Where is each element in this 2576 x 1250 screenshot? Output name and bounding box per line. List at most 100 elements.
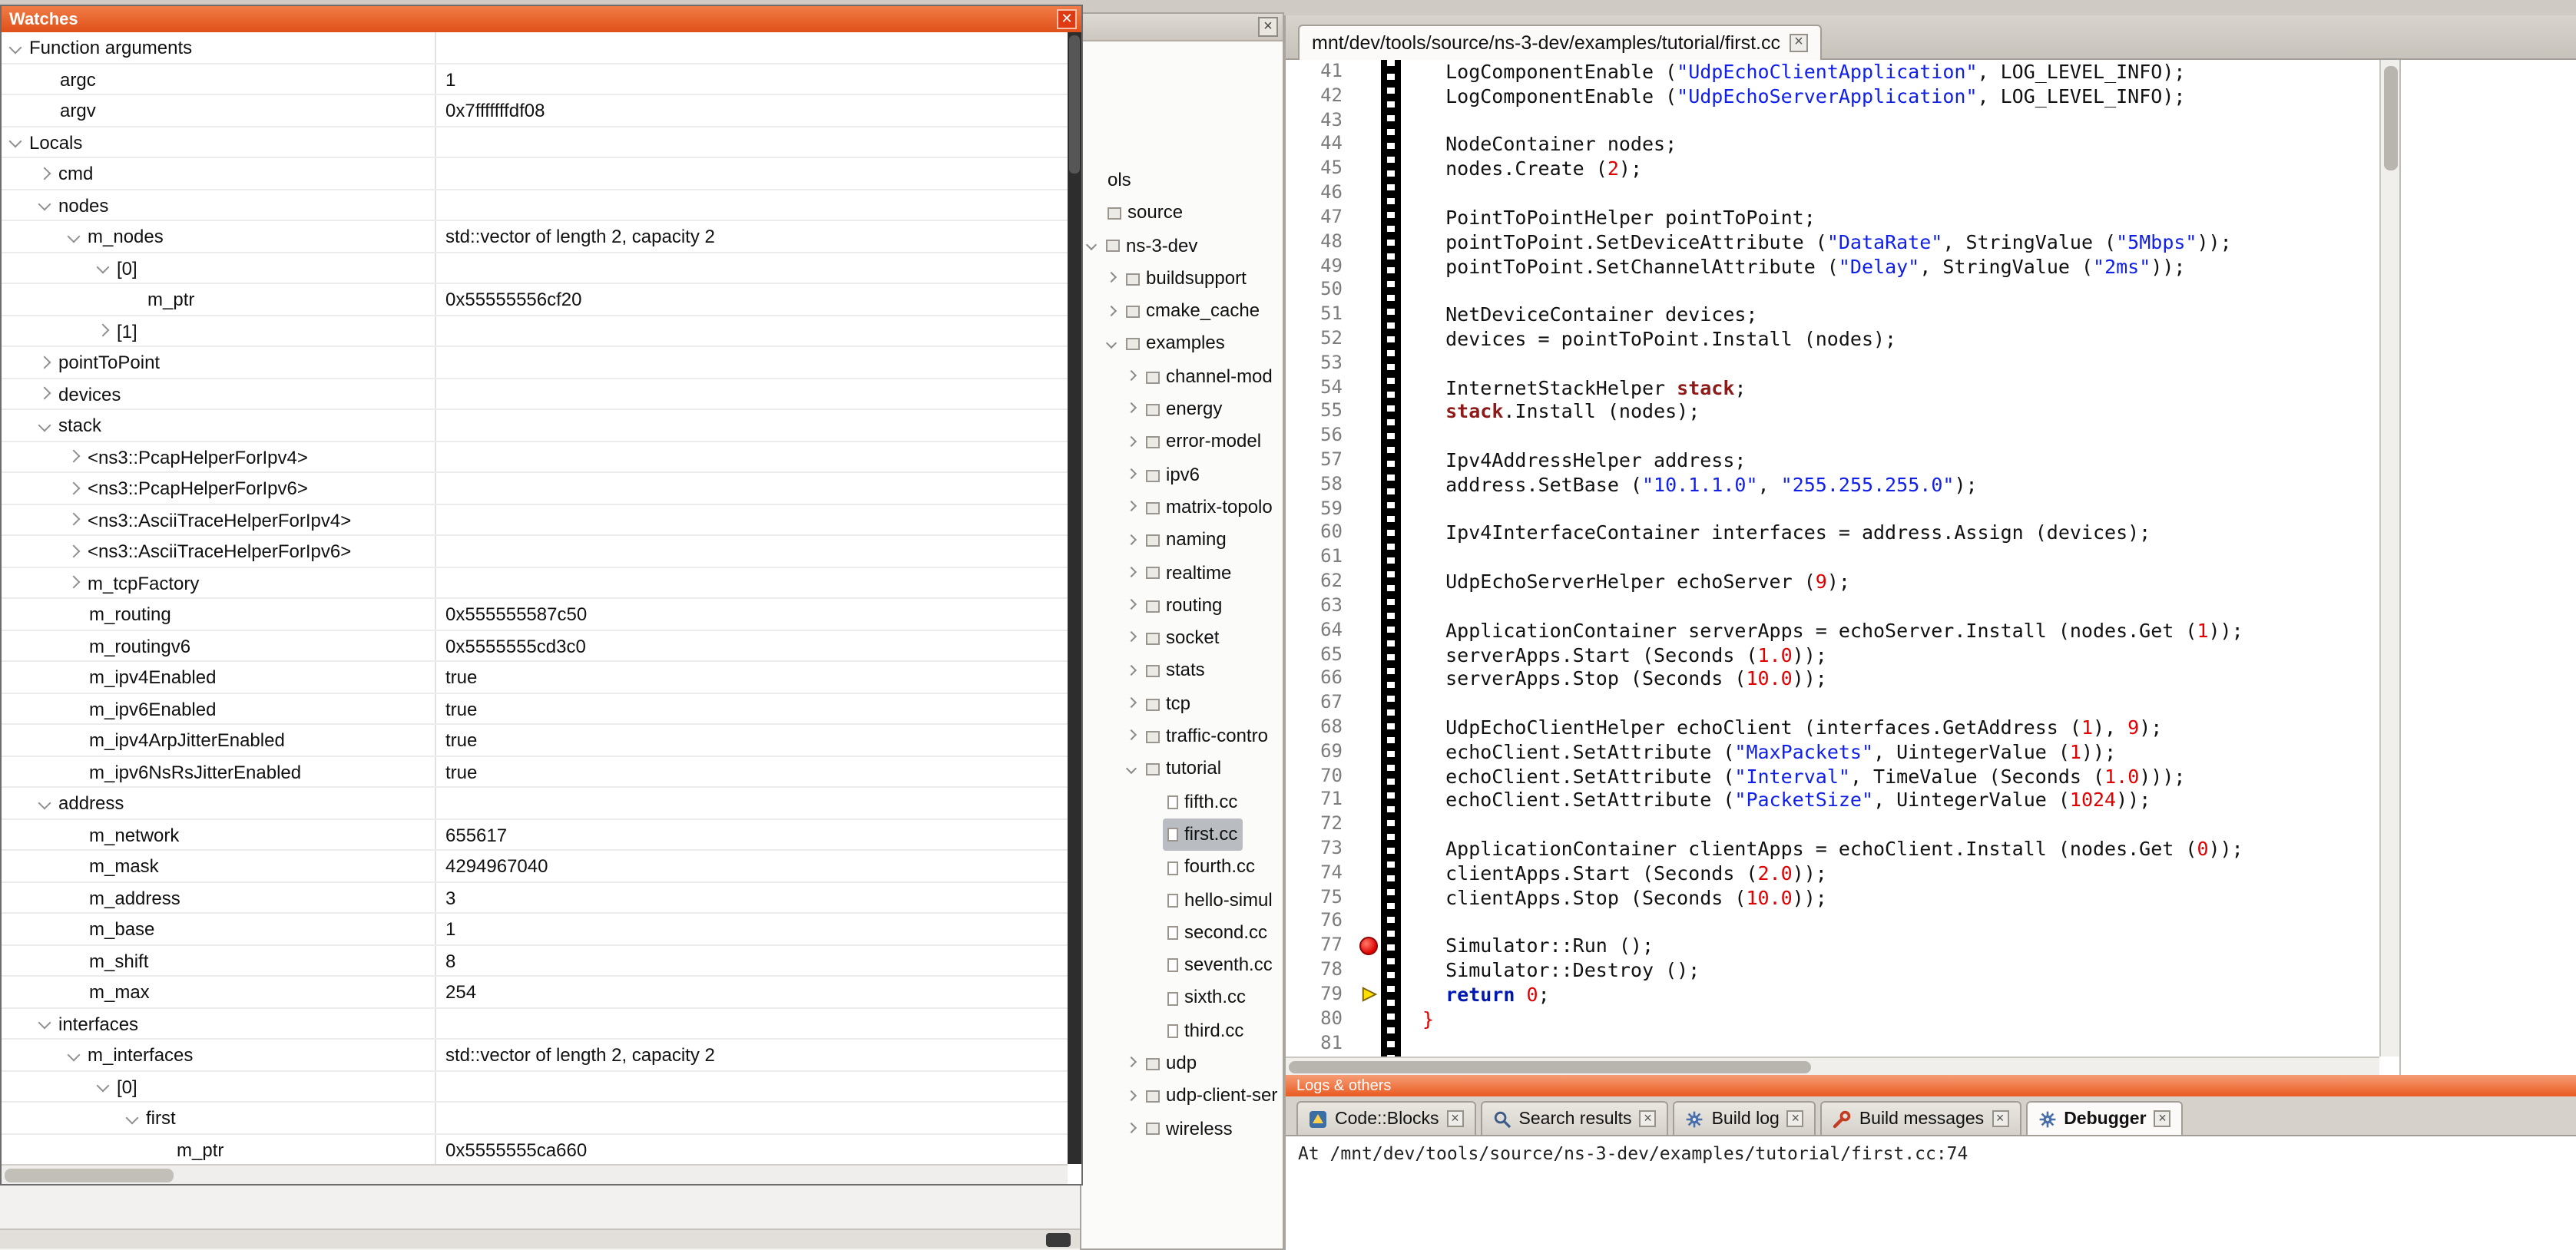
tree-item-socket[interactable]: socket [1081,622,1283,655]
breakpoint-margin[interactable] [1356,594,1381,619]
watch-row[interactable]: m_ipv6Enabledtrue [2,693,1068,725]
tree-item-body[interactable]: fifth.cc [1163,785,1242,818]
watch-row[interactable]: address [2,788,1068,819]
breakpoint-margin[interactable] [1356,497,1381,521]
line-number[interactable]: 67 [1286,691,1356,716]
tree-item-buildsupport[interactable]: buildsupport [1081,263,1283,296]
tree-item-matrix-topolo[interactable]: matrix-topolo [1081,491,1283,524]
collapse-chevron-icon[interactable] [97,1080,110,1093]
watch-row[interactable]: [1] [2,316,1068,347]
logs-tab-build-messages[interactable]: Build messages× [1821,1101,2021,1135]
watch-row[interactable]: argc1 [2,64,1068,95]
watches-vertical-scrollbar[interactable] [1068,32,1081,1164]
tree-item-wireless[interactable]: wireless [1081,1113,1283,1146]
tree-item-body[interactable]: tcp [1141,688,1195,721]
code-line[interactable]: 75 clientApps.Stop (Seconds (10.0)); [1286,885,2379,910]
logs-tab-search-results[interactable]: Search results× [1481,1101,1669,1135]
line-number[interactable]: 55 [1286,400,1356,425]
expand-chevron-icon[interactable] [68,576,81,589]
tree-item-body[interactable]: examples [1121,328,1230,361]
logs-tab-build-log[interactable]: Build log× [1674,1101,1816,1135]
watch-row[interactable]: [0] [2,1071,1068,1103]
line-number[interactable]: 71 [1286,789,1356,813]
watch-row[interactable]: m_nodesstd::vector of length 2, capacity… [2,221,1068,253]
breakpoint-margin[interactable] [1356,303,1381,327]
watch-row[interactable]: m_tcpFactory [2,567,1068,599]
code-line[interactable]: 79 return 0; [1286,983,2379,1007]
expand-chevron-icon[interactable] [1126,599,1137,610]
watch-row[interactable]: nodes [2,190,1068,221]
tree-item-third-cc[interactable]: third.cc [1081,1014,1283,1047]
breakpoint-margin[interactable] [1356,1031,1381,1056]
breakpoint-margin[interactable] [1356,375,1381,400]
code-text[interactable]: ApplicationContainer clientApps = echoCl… [1422,837,2243,861]
code-line[interactable]: 59 [1286,497,2379,521]
code-text[interactable]: Simulator::Destroy (); [1422,958,1700,983]
watch-row[interactable]: m_ipv4ArpJitterEnabledtrue [2,725,1068,756]
watch-row[interactable]: pointToPoint [2,347,1068,379]
expand-chevron-icon[interactable] [68,450,81,463]
tree-item-second-cc[interactable]: second.cc [1081,917,1283,950]
tree-item-body[interactable]: third.cc [1163,1014,1248,1047]
breakpoint-margin[interactable] [1356,400,1381,425]
tree-item-body[interactable]: socket [1141,622,1223,655]
tree-item-traffic-contro[interactable]: traffic-contro [1081,720,1283,753]
code-text[interactable]: NodeContainer nodes; [1422,133,1677,157]
code-line[interactable]: 64 ApplicationContainer serverApps = ech… [1286,618,2379,643]
scrollbar-thumb[interactable] [2384,66,2398,170]
collapse-chevron-icon[interactable] [1106,338,1117,349]
tree-item-body[interactable]: routing [1141,590,1227,623]
line-number[interactable]: 76 [1286,910,1356,934]
code-line[interactable]: 72 [1286,812,2379,837]
code-text[interactable]: echoClient.SetAttribute ("MaxPackets", U… [1422,740,2116,765]
tree-item-tutorial[interactable]: tutorial [1081,753,1283,786]
breakpoint-margin[interactable] [1356,764,1381,789]
tree-item-ipv6[interactable]: ipv6 [1081,458,1283,491]
code-line[interactable]: 41 LogComponentEnable ("UdpEchoClientApp… [1286,60,2379,84]
watch-row[interactable]: devices [2,379,1068,410]
tree-item-fifth-cc[interactable]: fifth.cc [1081,785,1283,818]
line-number[interactable]: 52 [1286,327,1356,352]
expand-chevron-icon[interactable] [38,355,51,369]
expand-chevron-icon[interactable] [1126,370,1137,381]
editor-vertical-scrollbar[interactable] [2379,60,2399,1057]
tree-item-source[interactable]: source [1081,197,1283,230]
breakpoint-margin[interactable] [1356,181,1381,206]
breakpoint-margin[interactable] [1356,133,1381,157]
expand-chevron-icon[interactable] [1106,272,1117,283]
code-line[interactable]: 44 NodeContainer nodes; [1286,133,2379,157]
watch-row[interactable]: <ns3::PcapHelperForIpv4> [2,441,1068,473]
tree-item-body[interactable]: seventh.cc [1163,949,1277,982]
code-editor[interactable]: 41 LogComponentEnable ("UdpEchoClientApp… [1286,60,2399,1075]
tree-item-body[interactable]: udp [1141,1047,1201,1080]
line-number[interactable]: 58 [1286,473,1356,498]
tree-item-error-model[interactable]: error-model [1081,426,1283,459]
close-icon[interactable]: ✕ [1057,9,1077,29]
tree-item-routing[interactable]: routing [1081,590,1283,623]
code-text[interactable]: nodes.Create (2); [1422,157,1642,182]
watch-row[interactable]: [0] [2,253,1068,284]
tree-item-examples[interactable]: examples [1081,328,1283,361]
code-text[interactable]: serverApps.Start (Seconds (1.0)); [1422,643,1827,667]
tree-item-ols[interactable]: ols [1081,164,1283,197]
code-line[interactable]: 45 nodes.Create (2); [1286,157,2379,182]
logs-tab-code-blocks[interactable]: Code::Blocks× [1296,1101,1476,1135]
line-number[interactable]: 45 [1286,157,1356,182]
breakpoint-margin[interactable] [1356,84,1381,109]
close-icon[interactable]: × [1790,34,1808,52]
tree-item-body[interactable]: tutorial [1141,753,1226,786]
code-line[interactable]: 80} [1286,1007,2379,1031]
code-text[interactable]: UdpEchoClientHelper echoClient (interfac… [1422,716,2162,740]
watch-row[interactable]: Locals [2,127,1068,158]
line-number[interactable]: 79 [1286,983,1356,1007]
editor-horizontal-scrollbar[interactable] [1286,1057,2379,1075]
scrollbar-thumb[interactable] [1289,1061,1811,1073]
code-line[interactable]: 60 Ipv4InterfaceContainer interfaces = a… [1286,521,2379,546]
line-number[interactable]: 68 [1286,716,1356,740]
expand-chevron-icon[interactable] [1126,403,1137,414]
line-number[interactable]: 60 [1286,521,1356,546]
code-line[interactable]: 74 clientApps.Start (Seconds (2.0)); [1286,861,2379,886]
expand-chevron-icon[interactable] [1126,567,1137,577]
code-text[interactable]: PointToPointHelper pointToPoint; [1422,206,1816,230]
breakpoint-margin[interactable] [1356,108,1381,133]
